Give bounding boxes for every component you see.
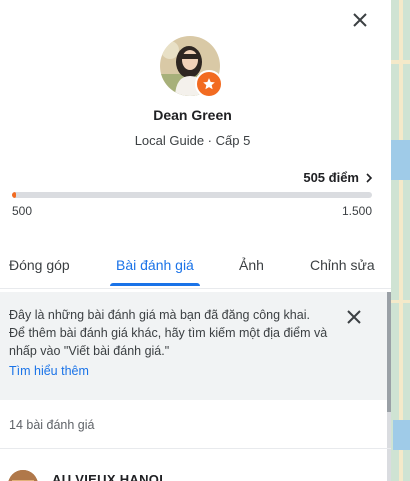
tab-bar: Đóng góp Bài đánh giá Ảnh Chỉnh sửa: [0, 248, 391, 289]
profile-level: Local Guide · Cấp 5: [134, 133, 251, 148]
map-road: [399, 0, 403, 481]
star-icon: [203, 78, 215, 90]
profile-panel: Dean Green Local Guide · Cấp 5 505 điểm …: [0, 0, 391, 481]
tab-photos[interactable]: Ảnh: [239, 257, 264, 273]
progress-max-label: 1.500: [341, 204, 372, 218]
review-count: 14 bài đánh giá: [9, 418, 95, 432]
points-label: 505 điểm: [303, 170, 359, 185]
place-name: AU VIEUX HANOI: [52, 472, 164, 481]
progress-min-label: 500: [12, 204, 33, 218]
map-background[interactable]: [391, 0, 410, 481]
dismiss-banner-button[interactable]: [343, 306, 365, 328]
map-water: [391, 140, 410, 180]
level-progress-fill: [12, 192, 17, 198]
close-button[interactable]: [348, 8, 372, 32]
level-progress-bar: [12, 192, 372, 198]
close-icon: [353, 13, 367, 27]
profile-name: Dean Green: [153, 107, 232, 123]
info-banner-text: Đây là những bài đánh giá mà bạn đã đăng…: [9, 308, 328, 358]
local-guide-badge: [195, 70, 223, 98]
learn-more-link[interactable]: Tìm hiểu thêm: [9, 364, 89, 378]
review-list-item[interactable]: AU VIEUX HANOI: [0, 462, 391, 481]
tab-reviews[interactable]: Bài đánh giá: [116, 257, 194, 273]
map-road: [391, 300, 410, 303]
close-icon: [347, 310, 361, 324]
map-water: [393, 420, 410, 450]
chevron-right-icon: [366, 172, 373, 183]
info-banner: Đây là những bài đánh giá mà bạn đã đăng…: [0, 292, 391, 400]
active-tab-indicator: [110, 283, 200, 286]
tab-contributions[interactable]: Đóng góp: [9, 257, 70, 273]
points-link[interactable]: 505 điểm: [303, 170, 373, 185]
place-thumbnail: [8, 470, 38, 481]
divider: [0, 448, 391, 449]
avatar-container[interactable]: [160, 36, 223, 98]
tab-edits[interactable]: Chỉnh sửa: [310, 257, 375, 273]
